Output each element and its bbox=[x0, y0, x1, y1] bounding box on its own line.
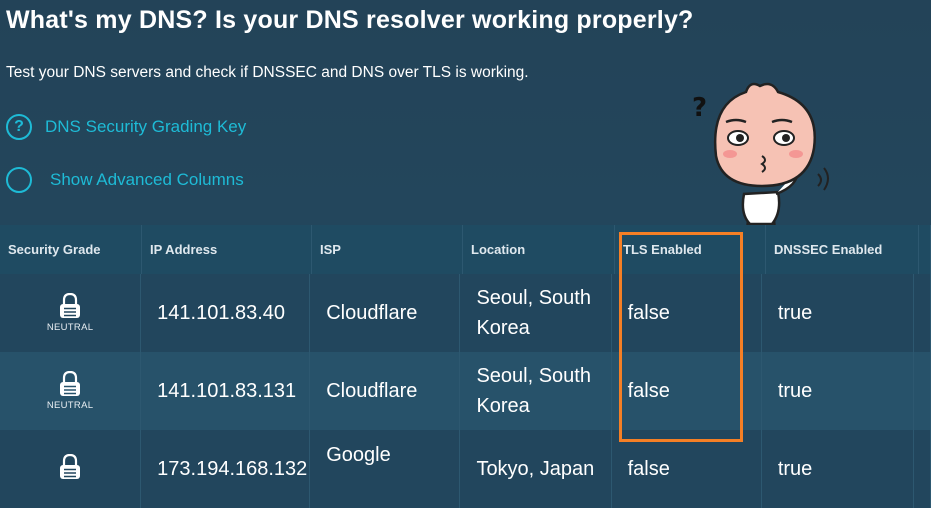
isp-cell: Google bbox=[310, 430, 461, 508]
isp-cell: Cloudflare bbox=[310, 274, 461, 352]
location-cell: Seoul, South Korea bbox=[460, 352, 612, 430]
confused-peach-character-icon: ? bbox=[692, 82, 829, 242]
overflow-cell bbox=[914, 274, 931, 352]
header-security-grade[interactable]: Security Grade bbox=[0, 225, 142, 274]
dnssec-enabled-cell: true bbox=[762, 352, 915, 430]
advanced-columns-label[interactable]: Show Advanced Columns bbox=[50, 170, 244, 190]
security-grade-cell bbox=[0, 430, 142, 508]
grade-label: NEUTRAL bbox=[46, 400, 94, 411]
question-circle-icon: ? bbox=[6, 114, 32, 140]
header-ip-address[interactable]: IP Address bbox=[142, 225, 312, 274]
lock-icon bbox=[60, 293, 81, 318]
sticker-question-mark: ? bbox=[692, 93, 707, 123]
lock-icon bbox=[60, 454, 81, 479]
dns-results-table: Security Grade IP Address ISP Location T… bbox=[0, 225, 931, 508]
table-header-row: Security Grade IP Address ISP Location T… bbox=[0, 225, 931, 274]
grading-key-toggle[interactable]: ? DNS Security Grading Key bbox=[6, 114, 246, 140]
header-dnssec-enabled[interactable]: DNSSEC Enabled bbox=[766, 225, 919, 274]
header-location[interactable]: Location bbox=[463, 225, 615, 274]
grading-key-label[interactable]: DNS Security Grading Key bbox=[45, 117, 246, 137]
header-overflow bbox=[919, 225, 931, 274]
ip-address-cell: 141.101.83.131 bbox=[141, 352, 311, 430]
location-cell: Seoul, South Korea bbox=[460, 274, 612, 352]
dnssec-enabled-cell: true bbox=[762, 430, 915, 508]
table-row: 173.194.168.132 Google Tokyo, Japan fals… bbox=[0, 430, 931, 508]
security-grade-cell: NEUTRAL bbox=[0, 352, 142, 430]
empty-circle-icon bbox=[6, 167, 32, 193]
grade-label: NEUTRAL bbox=[46, 322, 94, 333]
ip-address-cell: 141.101.83.40 bbox=[141, 274, 311, 352]
lock-icon bbox=[60, 371, 81, 396]
page-title: What's my DNS? Is your DNS resolver work… bbox=[6, 6, 694, 34]
tls-column-highlight-box bbox=[619, 232, 743, 442]
dnssec-enabled-cell: true bbox=[762, 274, 915, 352]
location-cell: Tokyo, Japan bbox=[460, 430, 612, 508]
overflow-cell bbox=[914, 352, 931, 430]
security-grade-cell: NEUTRAL bbox=[0, 274, 142, 352]
table-row: NEUTRAL 141.101.83.40 Cloudflare Seoul, … bbox=[0, 274, 931, 352]
ip-address-cell: 173.194.168.132 bbox=[141, 430, 311, 508]
overflow-cell bbox=[914, 430, 931, 508]
isp-cell: Cloudflare bbox=[310, 352, 461, 430]
table-row: NEUTRAL 141.101.83.131 Cloudflare Seoul,… bbox=[0, 352, 931, 430]
advanced-columns-toggle[interactable]: Show Advanced Columns bbox=[6, 167, 244, 193]
header-isp[interactable]: ISP bbox=[312, 225, 463, 274]
page-subtitle: Test your DNS servers and check if DNSSE… bbox=[6, 64, 529, 81]
